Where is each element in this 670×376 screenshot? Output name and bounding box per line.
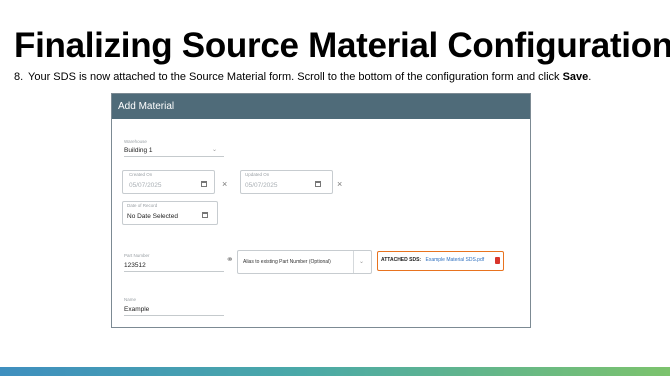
dialog-title: Add Material	[118, 101, 175, 112]
calendar-icon[interactable]	[201, 181, 207, 187]
link-icon[interactable]: ⚭	[226, 254, 234, 265]
date-of-record-label: Date of Record	[127, 203, 158, 208]
updated-on-value: 05/07/2025	[245, 182, 278, 189]
dialog-header: Add Material	[112, 94, 530, 119]
location-underline	[124, 156, 224, 157]
date-of-record-value: No Date Selected	[127, 213, 178, 220]
attached-sds-badge: ATTACHED SDS: Example Material SDS.pdf	[377, 251, 504, 271]
updated-on-field[interactable]: Updated On 05/07/2025	[240, 170, 333, 194]
instruction-text: Your SDS is now attached to the Source M…	[28, 71, 563, 83]
clear-created-on-icon[interactable]: ×	[222, 180, 227, 189]
save-emphasis: Save	[562, 71, 589, 83]
updated-on-label: Updated On	[245, 172, 270, 177]
date-of-record-field[interactable]: Date of Record No Date Selected	[122, 201, 218, 225]
add-material-dialog: Add Material Warehouse Building 1 ⌄ Crea…	[111, 93, 531, 328]
instruction-end: .	[588, 71, 592, 83]
bottom-accent-bar	[0, 367, 670, 376]
part-number-label: Part Number	[124, 253, 150, 258]
select-divider	[353, 251, 354, 273]
trash-icon[interactable]	[495, 257, 500, 264]
name-label: Name	[124, 297, 137, 302]
name-value: Example	[124, 306, 150, 313]
attached-sds-file-link[interactable]: Example Material SDS.pdf	[425, 257, 484, 263]
chevron-down-icon: ⌄	[359, 259, 365, 265]
clear-updated-on-icon[interactable]: ×	[337, 180, 342, 189]
step-number: 8.	[14, 71, 24, 83]
created-on-label: Created On	[129, 172, 153, 177]
slide-title: Finalizing Source Material Configuration	[14, 26, 670, 65]
alias-placeholder: Alias to existing Part Number (Optional)	[243, 259, 331, 265]
calendar-icon[interactable]	[315, 181, 321, 187]
part-number-value: 123512	[124, 262, 146, 269]
location-label: Warehouse	[124, 139, 147, 144]
instruction: 8. Your SDS is now attached to the Source…	[14, 70, 648, 84]
location-value: Building 1	[124, 147, 153, 154]
calendar-icon[interactable]	[202, 212, 208, 218]
attached-sds-label: ATTACHED SDS:	[381, 257, 422, 263]
created-on-value: 05/07/2025	[129, 182, 162, 189]
chevron-down-icon: ⌄	[212, 147, 218, 153]
name-underline	[124, 315, 224, 316]
created-on-field[interactable]: Created On 05/07/2025	[122, 170, 215, 194]
alias-part-number-select[interactable]: Alias to existing Part Number (Optional)…	[237, 250, 372, 274]
part-number-underline	[124, 271, 224, 272]
